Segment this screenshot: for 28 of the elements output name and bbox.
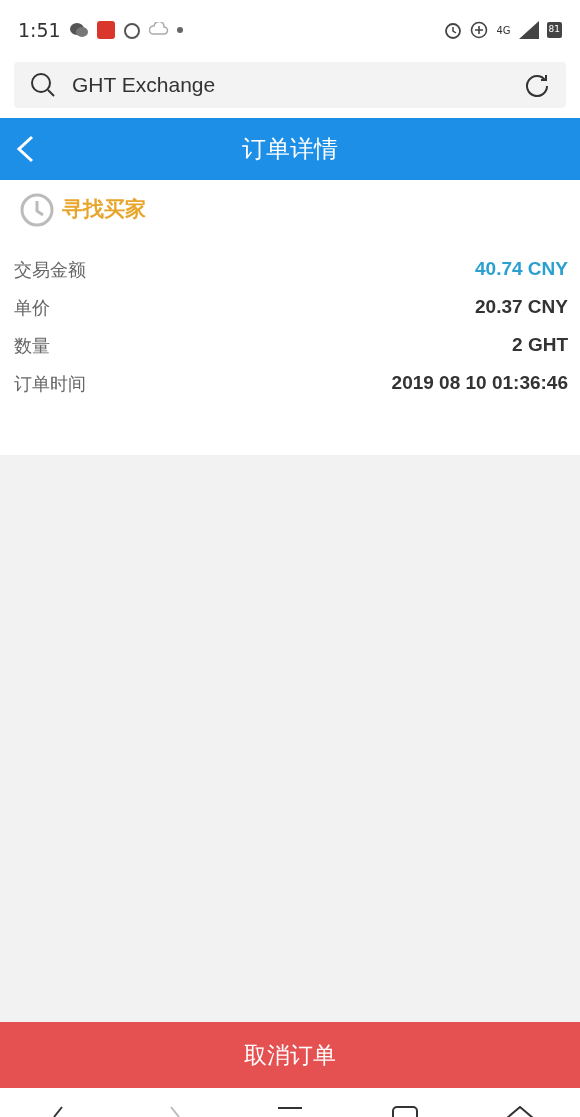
home-icon[interactable] (506, 1106, 534, 1117)
detail-value: 2 GHT (512, 332, 568, 357)
page-title: 订单详情 (242, 134, 338, 165)
detail-label: 交易金额 (14, 257, 86, 282)
detail-value: 2019 08 10 01:36:46 (391, 370, 568, 395)
refresh-icon[interactable] (524, 72, 550, 98)
alarm-icon (444, 21, 463, 39)
app-icon (96, 21, 115, 39)
status-time: 1:51 (18, 17, 61, 43)
chat-icon (68, 22, 89, 38)
order-status: 寻找买家 (62, 196, 146, 224)
detail-label: 订单时间 (14, 371, 86, 396)
cancel-order-button[interactable]: 取消订单 (0, 1022, 580, 1088)
search-icon (30, 72, 56, 98)
dot-icon (176, 27, 183, 33)
clock-icon (20, 193, 54, 227)
detail-label: 数量 (14, 333, 50, 358)
plus-circle-icon (470, 21, 489, 39)
network-label: 4G (496, 23, 511, 38)
address-bar[interactable]: GHT Exchange (14, 62, 566, 108)
detail-value: 40.74 CNY (475, 256, 568, 281)
back-icon[interactable] (14, 135, 36, 163)
signal-icon (518, 21, 539, 39)
detail-value: 20.37 CNY (475, 294, 568, 319)
cloud-icon (148, 22, 169, 38)
battery-level: 81 (546, 22, 562, 38)
tabs-icon[interactable] (392, 1106, 418, 1117)
detail-label: 单价 (14, 295, 50, 320)
